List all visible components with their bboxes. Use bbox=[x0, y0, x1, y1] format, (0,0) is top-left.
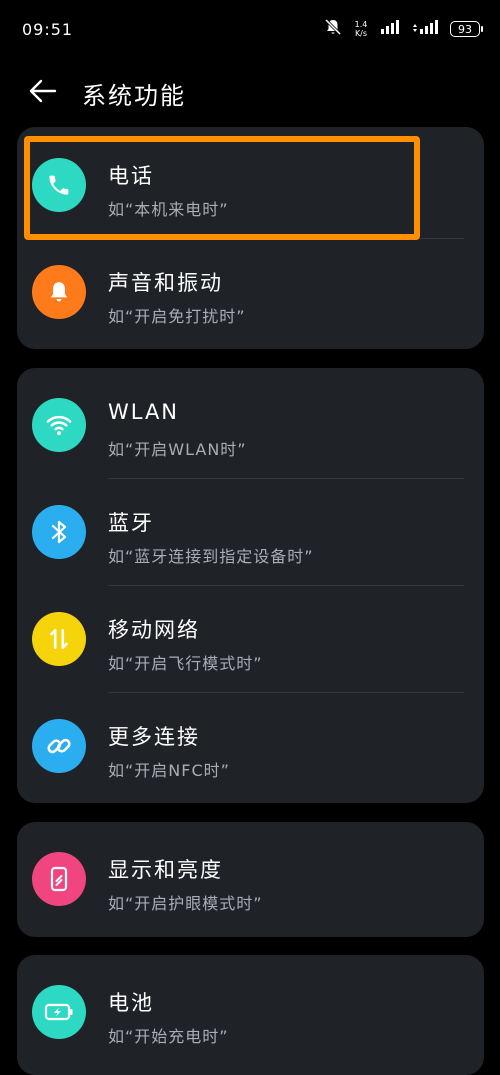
mute-icon bbox=[324, 18, 342, 40]
list-item-title: 更多连接 bbox=[108, 725, 200, 749]
signal-2-icon bbox=[412, 19, 440, 39]
list-item-sound-vibration[interactable]: 声音和振动 如“开启免打扰时” bbox=[17, 239, 484, 346]
list-item-more-connections[interactable]: 更多连接 如“开启NFC时” bbox=[17, 693, 484, 800]
settings-card-connections: WLAN 如“开启WLAN时” 蓝牙 如“蓝牙连接到指定设备时” 移动网络 如“… bbox=[17, 368, 484, 803]
list-item-phone[interactable]: 电话 如“本机来电时” bbox=[17, 132, 484, 239]
arrow-left-icon bbox=[29, 79, 57, 103]
settings-card-display: 显示和亮度 如“开启护眼模式时” bbox=[17, 822, 484, 937]
network-speed: 1.4 K/s bbox=[352, 20, 370, 38]
link-icon bbox=[32, 719, 86, 773]
list-item-title: 移动网络 bbox=[108, 618, 200, 642]
list-item-subtitle: 如“开启飞行模式时” bbox=[108, 654, 263, 673]
list-item-subtitle: 如“开始充电时” bbox=[108, 1027, 229, 1046]
bell-icon bbox=[32, 265, 86, 319]
list-item-subtitle: 如“蓝牙连接到指定设备时” bbox=[108, 547, 314, 566]
phone-icon bbox=[32, 158, 86, 212]
list-item-wlan[interactable]: WLAN 如“开启WLAN时” bbox=[17, 372, 484, 479]
status-bar: 09:51 1.4 K/s 93 bbox=[0, 0, 500, 62]
top-app-bar: 系统功能 bbox=[0, 62, 500, 122]
battery-charging-icon bbox=[32, 985, 86, 1039]
list-item-subtitle: 如“开启免打扰时” bbox=[108, 307, 246, 326]
network-speed-value: 1.4 bbox=[354, 20, 368, 29]
wifi-icon bbox=[32, 398, 86, 452]
battery-icon: 93 bbox=[450, 21, 483, 37]
list-item-title: 声音和振动 bbox=[108, 271, 223, 295]
list-item-title: 电池 bbox=[108, 991, 154, 1015]
list-item-bluetooth[interactable]: 蓝牙 如“蓝牙连接到指定设备时” bbox=[17, 479, 484, 586]
list-item-battery[interactable]: 电池 如“开始充电时” bbox=[17, 959, 484, 1066]
signal-icon bbox=[380, 19, 402, 39]
list-item-display-brightness[interactable]: 显示和亮度 如“开启护眼模式时” bbox=[17, 826, 484, 933]
network-speed-unit: K/s bbox=[354, 29, 368, 38]
status-icons: 1.4 K/s 93 bbox=[324, 18, 483, 40]
status-time: 09:51 bbox=[22, 20, 74, 39]
back-button[interactable] bbox=[28, 76, 68, 108]
mobile-data-icon bbox=[32, 612, 86, 666]
display-icon bbox=[32, 852, 86, 906]
list-item-title: 蓝牙 bbox=[108, 511, 154, 535]
settings-card-battery: 电池 如“开始充电时” bbox=[17, 955, 484, 1075]
list-item-title: 显示和亮度 bbox=[108, 858, 223, 882]
list-item-subtitle: 如“开启WLAN时” bbox=[108, 440, 247, 459]
list-item-subtitle: 如“本机来电时” bbox=[108, 200, 229, 219]
settings-card-calls-sound: 电话 如“本机来电时” 声音和振动 如“开启免打扰时” bbox=[17, 127, 484, 349]
list-item-title: WLAN bbox=[108, 400, 180, 424]
list-item-mobile-network[interactable]: 移动网络 如“开启飞行模式时” bbox=[17, 586, 484, 693]
bluetooth-icon bbox=[32, 505, 86, 559]
page-title: 系统功能 bbox=[82, 82, 186, 110]
list-item-subtitle: 如“开启护眼模式时” bbox=[108, 894, 263, 913]
list-item-subtitle: 如“开启NFC时” bbox=[108, 761, 230, 780]
list-item-title: 电话 bbox=[108, 164, 154, 188]
